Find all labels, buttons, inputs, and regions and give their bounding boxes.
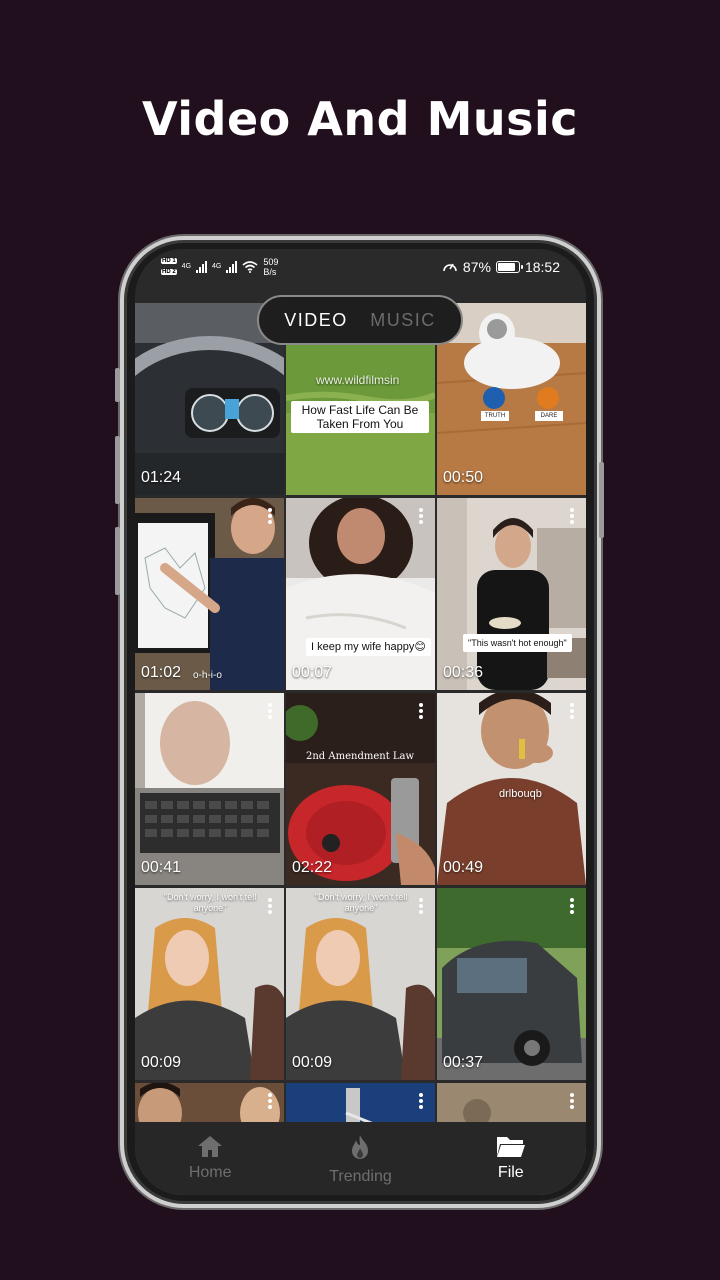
tab-music[interactable]: MUSIC	[370, 310, 436, 331]
status-time: 18:52	[524, 259, 560, 275]
video-overlay-text: "Don't worry, I won't tell anyone"	[314, 892, 408, 913]
video-tile[interactable]: I keep my wife happy😊 00:07	[286, 498, 435, 690]
video-duration: 00:41	[141, 859, 182, 876]
video-duration: 00:36	[443, 664, 484, 681]
video-overlay-text: 2nd Amendment Law	[306, 751, 415, 762]
video-duration: 00:50	[443, 469, 484, 486]
app-screen: 01:24 www.wildfilmsin How Fast Life Can …	[135, 249, 586, 1195]
media-type-toggle: VIDEO MUSIC	[257, 295, 463, 345]
video-grid: 01:24 www.wildfilmsin How Fast Life Can …	[135, 303, 586, 1195]
speedometer-icon	[443, 263, 457, 272]
bottom-navigation: Home Trending File	[135, 1122, 586, 1195]
video-thumbnail	[286, 888, 435, 1080]
video-tile[interactable]: 00:41	[135, 693, 284, 885]
power-button	[115, 527, 120, 595]
video-thumbnail	[286, 693, 435, 885]
status-right: 87% 18:52	[442, 259, 560, 275]
more-options-icon[interactable]	[419, 898, 423, 914]
video-duration: 00:49	[443, 859, 484, 876]
home-icon	[198, 1136, 223, 1157]
more-options-icon[interactable]	[570, 508, 574, 524]
tab-video[interactable]: VIDEO	[284, 310, 348, 331]
video-duration: 00:09	[292, 1054, 333, 1071]
video-tile[interactable]: drlbouqb 00:49	[437, 693, 586, 885]
video-duration: 01:24	[141, 469, 182, 486]
video-tile[interactable]: "Don't worry, I won't tell anyone" 00:09	[286, 888, 435, 1080]
video-thumbnail	[437, 888, 586, 1080]
video-thumbnail	[135, 693, 284, 885]
network2-label: 4G	[212, 263, 222, 270]
truth-label: TRUTH	[484, 413, 506, 419]
net-speed: 509 B/s	[263, 257, 278, 277]
video-duration: 02:22	[292, 859, 333, 876]
watermark-text: www.wildfilmsin	[316, 373, 400, 387]
flame-icon	[352, 1135, 369, 1159]
folder-icon	[496, 1137, 525, 1157]
nav-file[interactable]: File	[436, 1122, 586, 1195]
more-options-icon[interactable]	[419, 703, 423, 719]
nav-home-label: Home	[188, 1164, 232, 1181]
video-thumbnail	[135, 498, 284, 690]
video-overlay-text: "Don't worry, I won't tell anyone"	[163, 892, 257, 913]
promo-headline: Video And Music	[141, 92, 579, 146]
status-left: HD 1 HD 2 4G 4G 509 B/s	[161, 256, 278, 277]
volume-down-button	[115, 436, 120, 504]
signal-icon	[226, 260, 238, 273]
video-tile[interactable]: 2nd Amendment Law 02:22	[286, 693, 435, 885]
status-bar: HD 1 HD 2 4G 4G 509 B/s 87% 18:52	[135, 249, 586, 299]
more-options-icon[interactable]	[268, 508, 272, 524]
wifi-icon	[242, 260, 258, 273]
more-options-icon[interactable]	[570, 1093, 574, 1109]
video-tile[interactable]: "Don't worry, I won't tell anyone" 00:09	[135, 888, 284, 1080]
video-duration: 00:07	[292, 664, 333, 681]
video-thumbnail	[437, 498, 586, 690]
video-duration: 00:09	[141, 1054, 182, 1071]
side-key	[599, 462, 604, 538]
more-options-icon[interactable]	[268, 1093, 272, 1109]
more-options-icon[interactable]	[419, 1093, 423, 1109]
video-tile[interactable]: o-h-i-o 01:02	[135, 498, 284, 690]
volume-up-button	[115, 368, 120, 402]
nav-home[interactable]: Home	[135, 1122, 285, 1195]
video-caption: How Fast Life Can Be Taken From You	[291, 401, 429, 433]
video-duration: 01:02	[141, 664, 182, 681]
net-speed-value: 509	[263, 256, 279, 267]
nav-trending[interactable]: Trending	[285, 1122, 435, 1195]
video-thumbnail	[286, 498, 435, 690]
signal-icon	[196, 260, 208, 273]
video-thumbnail	[135, 888, 284, 1080]
shirt-text: drlbouqb	[499, 788, 542, 800]
battery-percent: 87%	[462, 259, 491, 275]
sim1-label: HD 1	[161, 258, 177, 264]
more-options-icon[interactable]	[268, 898, 272, 914]
video-tile[interactable]: 00:37	[437, 888, 586, 1080]
video-tile[interactable]: "This wasn't hot enough" 00:36	[437, 498, 586, 690]
nav-file-label: File	[497, 1164, 524, 1181]
video-caption: "This wasn't hot enough"	[463, 634, 572, 652]
more-options-icon[interactable]	[570, 703, 574, 719]
video-caption: I keep my wife happy😊	[306, 638, 431, 656]
battery-icon	[495, 261, 523, 273]
video-duration: 00:37	[443, 1054, 484, 1071]
video-overlay-text: o-h-i-o	[193, 670, 222, 681]
more-options-icon[interactable]	[268, 703, 272, 719]
more-options-icon[interactable]	[570, 898, 574, 914]
nav-trending-label: Trending	[329, 1168, 392, 1185]
sim-indicators: HD 1 HD 2	[161, 256, 177, 277]
sim2-label: HD 2	[161, 269, 177, 275]
net-speed-unit: B/s	[263, 266, 277, 277]
network1-label: 4G	[181, 263, 192, 270]
more-options-icon[interactable]	[419, 508, 423, 524]
dare-label: DARE	[540, 413, 558, 419]
